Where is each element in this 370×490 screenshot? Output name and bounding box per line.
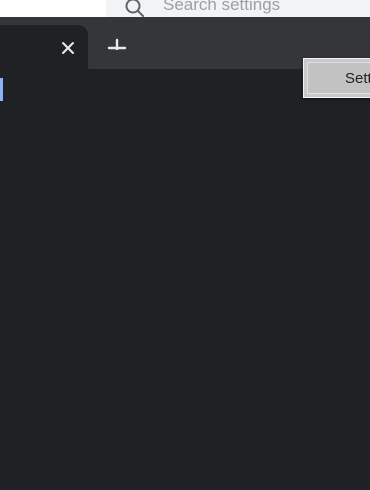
active-tab[interactable] (0, 25, 88, 69)
settings-page-background: Search settings (0, 0, 370, 18)
settings-header-left (0, 0, 106, 18)
browser-window: Search settings Sett (0, 0, 370, 490)
settings-popup-button[interactable]: Sett (303, 58, 370, 98)
close-icon[interactable] (56, 36, 80, 60)
settings-search-box[interactable]: Search settings (106, 0, 370, 18)
focus-indicator (0, 78, 3, 101)
settings-popup-label: Sett (345, 70, 370, 87)
search-placeholder: Search settings (163, 0, 281, 14)
search-icon (125, 0, 144, 17)
